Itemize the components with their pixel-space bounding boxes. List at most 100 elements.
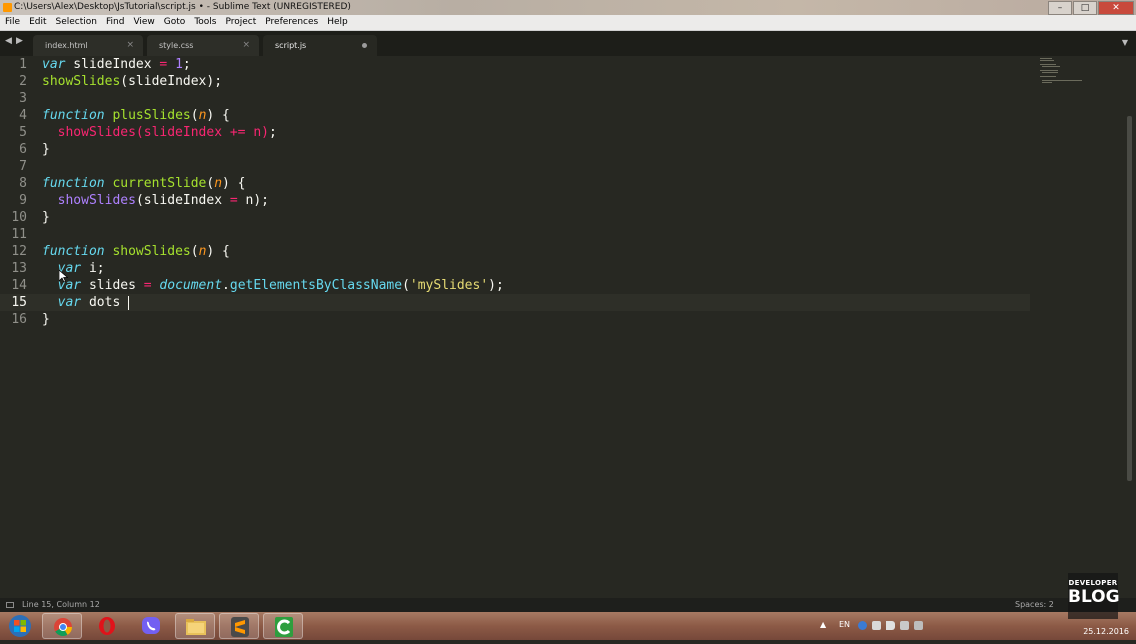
menu-goto[interactable]: Goto: [159, 15, 190, 30]
menu-file[interactable]: File: [0, 15, 24, 30]
code-line-10[interactable]: }: [42, 209, 504, 226]
window-title: C:\Users\Alex\Desktop\JsTutorial\script.…: [14, 2, 351, 12]
menu-selection[interactable]: Selection: [51, 15, 101, 30]
tab-prev-icon[interactable]: ◀: [5, 36, 12, 46]
camtasia-taskbar-button[interactable]: [263, 613, 303, 639]
code-token: 'mySlides': [409, 278, 489, 293]
code-token: n: [214, 176, 223, 191]
line-number: 16: [11, 312, 27, 327]
tab-next-icon[interactable]: ▶: [16, 36, 23, 46]
code-line-3[interactable]: [42, 90, 504, 107]
title-bar: C:\Users\Alex\Desktop\JsTutorial\script.…: [0, 0, 1136, 15]
line-number: 7: [19, 159, 27, 174]
panel-toggle-icon[interactable]: [6, 602, 14, 608]
code-line-2[interactable]: showSlides(slideIndex);: [42, 73, 504, 90]
code-token: getElementsByClassName: [229, 278, 403, 293]
code-line-9[interactable]: showSlides(slideIndex = n);: [42, 192, 504, 209]
text-cursor: [128, 295, 130, 310]
code-line-5[interactable]: showSlides(slideIndex += n);: [42, 124, 504, 141]
volume-icon[interactable]: [886, 621, 895, 630]
tab-dropdown-icon[interactable]: ▼: [1122, 38, 1128, 47]
minimap[interactable]: [1036, 56, 1096, 86]
network-icon[interactable]: [872, 621, 881, 630]
language-indicator[interactable]: EN: [839, 620, 850, 629]
code-token: document: [159, 278, 223, 293]
unsaved-dot-icon[interactable]: [362, 43, 367, 48]
tab-label: index.html: [45, 41, 88, 50]
tab-bar: ◀ ▶ index.html × style.css × script.js ▼: [0, 31, 1136, 56]
sublime-text-icon: [231, 617, 249, 637]
code-line-6[interactable]: }: [42, 141, 504, 158]
menu-bar: File Edit Selection Find View Goto Tools…: [0, 15, 1136, 31]
watermark-line-1: DEVELOPER: [1068, 579, 1118, 587]
minimap-line: [1040, 70, 1058, 71]
code-token: function: [42, 108, 105, 123]
tab-index-html[interactable]: index.html ×: [33, 35, 143, 56]
start-button[interactable]: [2, 613, 38, 639]
tab-style-css[interactable]: style.css ×: [147, 35, 259, 56]
minimap-line: [1042, 66, 1060, 67]
line-number-gutter: 1 2 3 4 5 6 7 8 9 10 11 12 13 14 15 16: [0, 56, 34, 328]
tab-script-js[interactable]: script.js: [263, 35, 377, 56]
viber-icon: [142, 617, 160, 634]
code-token: var: [57, 295, 82, 310]
code-line-7[interactable]: [42, 158, 504, 175]
close-tab-icon[interactable]: ×: [126, 35, 134, 56]
close-tab-icon[interactable]: ×: [242, 35, 250, 56]
windows-logo-icon: [9, 615, 31, 637]
code-line-11[interactable]: [42, 226, 504, 243]
help-icon[interactable]: [858, 621, 867, 630]
code-line-1[interactable]: var slideIndex = 1;: [42, 56, 504, 73]
minimize-button[interactable]: –: [1048, 1, 1072, 15]
menu-help[interactable]: Help: [322, 15, 352, 30]
line-number: 2: [19, 74, 27, 89]
viber-taskbar-button[interactable]: [131, 613, 171, 639]
line-number: 9: [19, 193, 27, 208]
line-number: 10: [11, 210, 27, 225]
folder-icon: [186, 619, 206, 635]
cursor-position: Line 15, Column 12: [22, 600, 100, 609]
line-number: 1: [19, 57, 27, 72]
menu-edit[interactable]: Edit: [24, 15, 50, 30]
close-button[interactable]: ✕: [1098, 1, 1134, 15]
line-number: 8: [19, 176, 27, 191]
keyboard-icon[interactable]: [914, 621, 923, 630]
code-token: plusSlides: [112, 108, 191, 123]
menu-find[interactable]: Find: [101, 15, 128, 30]
code-line-15[interactable]: var dots: [42, 294, 504, 311]
maximize-button[interactable]: □: [1073, 1, 1097, 15]
action-center-icon[interactable]: [900, 621, 909, 630]
minimap-line: [1042, 80, 1082, 81]
minimap-line: [1040, 76, 1056, 77]
opera-taskbar-button[interactable]: [87, 613, 127, 639]
code-line-13[interactable]: var i;: [42, 260, 504, 277]
code-token: =: [143, 278, 152, 293]
line-number: 3: [19, 91, 27, 106]
chrome-taskbar-button[interactable]: [42, 613, 82, 639]
code-token: n: [198, 108, 207, 123]
line-number: 11: [11, 227, 27, 242]
menu-tools[interactable]: Tools: [189, 15, 220, 30]
code-content[interactable]: var slideIndex = 1; showSlides(slideInde…: [42, 56, 504, 328]
vertical-scrollbar[interactable]: [1127, 116, 1132, 481]
chrome-icon: [54, 618, 72, 637]
indentation-setting[interactable]: Spaces: 2: [1015, 598, 1054, 612]
menu-preferences[interactable]: Preferences: [260, 15, 322, 30]
tray-expand-icon[interactable]: ▲: [820, 620, 826, 629]
menu-view[interactable]: View: [128, 15, 158, 30]
code-line-8[interactable]: function currentSlide(n) {: [42, 175, 504, 192]
editor-area[interactable]: 1 2 3 4 5 6 7 8 9 10 11 12 13 14 15 16 var slideIndex =…: [0, 56, 1136, 598]
windows-taskbar: ▲ EN 25.12.2016: [0, 612, 1136, 640]
code-token: showSlides(slideIndex += n): [57, 125, 269, 140]
code-line-4[interactable]: function plusSlides(n) {: [42, 107, 504, 124]
code-token: showSlides: [42, 74, 121, 89]
code-token: var: [42, 57, 66, 72]
minimap-line: [1040, 64, 1056, 65]
code-line-14[interactable]: var slides = document.getElementsByClass…: [42, 277, 504, 294]
explorer-taskbar-button[interactable]: [175, 613, 215, 639]
menu-project[interactable]: Project: [220, 15, 260, 30]
sublime-taskbar-button[interactable]: [219, 613, 259, 639]
code-line-12[interactable]: function showSlides(n) {: [42, 243, 504, 260]
status-bar: Line 15, Column 12 Spaces: 2: [0, 598, 1136, 612]
code-line-16[interactable]: }: [42, 311, 504, 328]
